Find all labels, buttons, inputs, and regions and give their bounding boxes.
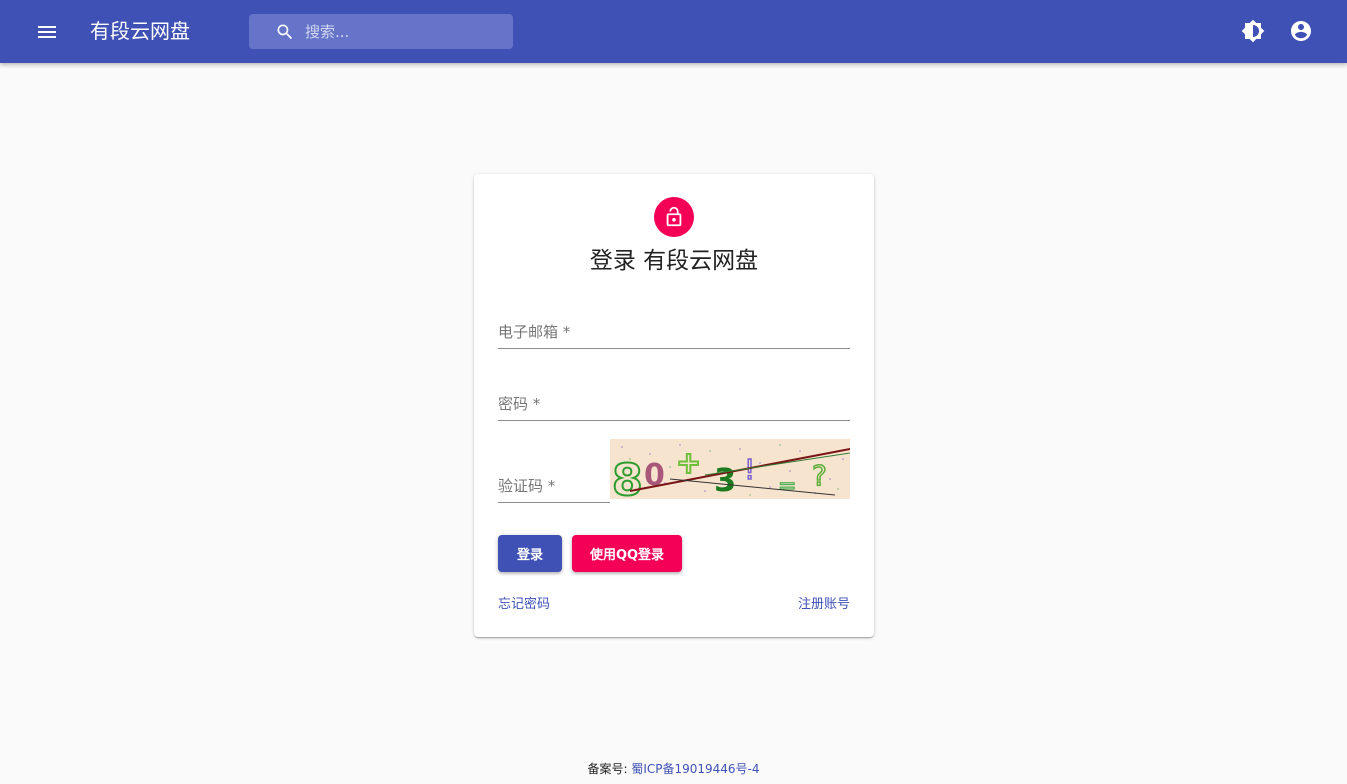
svg-text:+: + xyxy=(676,446,701,481)
app-title[interactable]: 有段云网盘 xyxy=(90,18,190,44)
svg-text:3: 3 xyxy=(714,461,736,499)
theme-toggle-button[interactable] xyxy=(1235,13,1271,49)
brightness-icon xyxy=(1241,19,1265,43)
lock-avatar xyxy=(654,197,694,237)
email-label: 电子邮箱 * xyxy=(498,323,571,341)
account-button[interactable] xyxy=(1283,13,1319,49)
qq-login-button[interactable]: 使用QQ登录 xyxy=(572,535,682,572)
login-button[interactable]: 登录 xyxy=(498,535,562,572)
lock-open-icon xyxy=(666,206,682,227)
search-input[interactable] xyxy=(305,14,505,49)
login-title: 登录 有段云网盘 xyxy=(589,248,759,274)
captcha-label: 验证码 * xyxy=(498,477,556,495)
captcha-field[interactable]: 验证码 * xyxy=(498,467,610,503)
password-label: 密码 * xyxy=(498,395,541,413)
password-field[interactable]: 密码 * xyxy=(498,386,850,421)
svg-text:=: = xyxy=(778,474,796,499)
captcha-image[interactable]: 8 0 + 3 ! = ? xyxy=(610,439,850,499)
svg-text:8: 8 xyxy=(612,455,643,499)
captcha-graphic: 8 0 + 3 ! = ? xyxy=(611,444,850,499)
footer: 备案号: 蜀ICP备19019446号-4 xyxy=(0,760,1347,777)
app-bar: 有段云网盘 xyxy=(0,0,1347,63)
icp-link[interactable]: 蜀ICP备19019446号-4 xyxy=(631,762,759,776)
menu-icon xyxy=(38,26,56,38)
search-icon xyxy=(277,24,293,40)
svg-text:?: ? xyxy=(812,459,827,492)
email-field[interactable]: 电子邮箱 * xyxy=(498,314,850,349)
register-link[interactable]: 注册账号 xyxy=(798,593,850,612)
login-card: 登录 有段云网盘 电子邮箱 * 密码 * 验证码 * 8 0 + 3 ! = ?… xyxy=(474,174,874,637)
search-box[interactable] xyxy=(249,14,513,49)
icp-label: 备案号: xyxy=(587,762,632,776)
forgot-password-link[interactable]: 忘记密码 xyxy=(498,593,550,612)
account-circle-icon xyxy=(1291,21,1311,41)
menu-button[interactable] xyxy=(27,12,67,52)
